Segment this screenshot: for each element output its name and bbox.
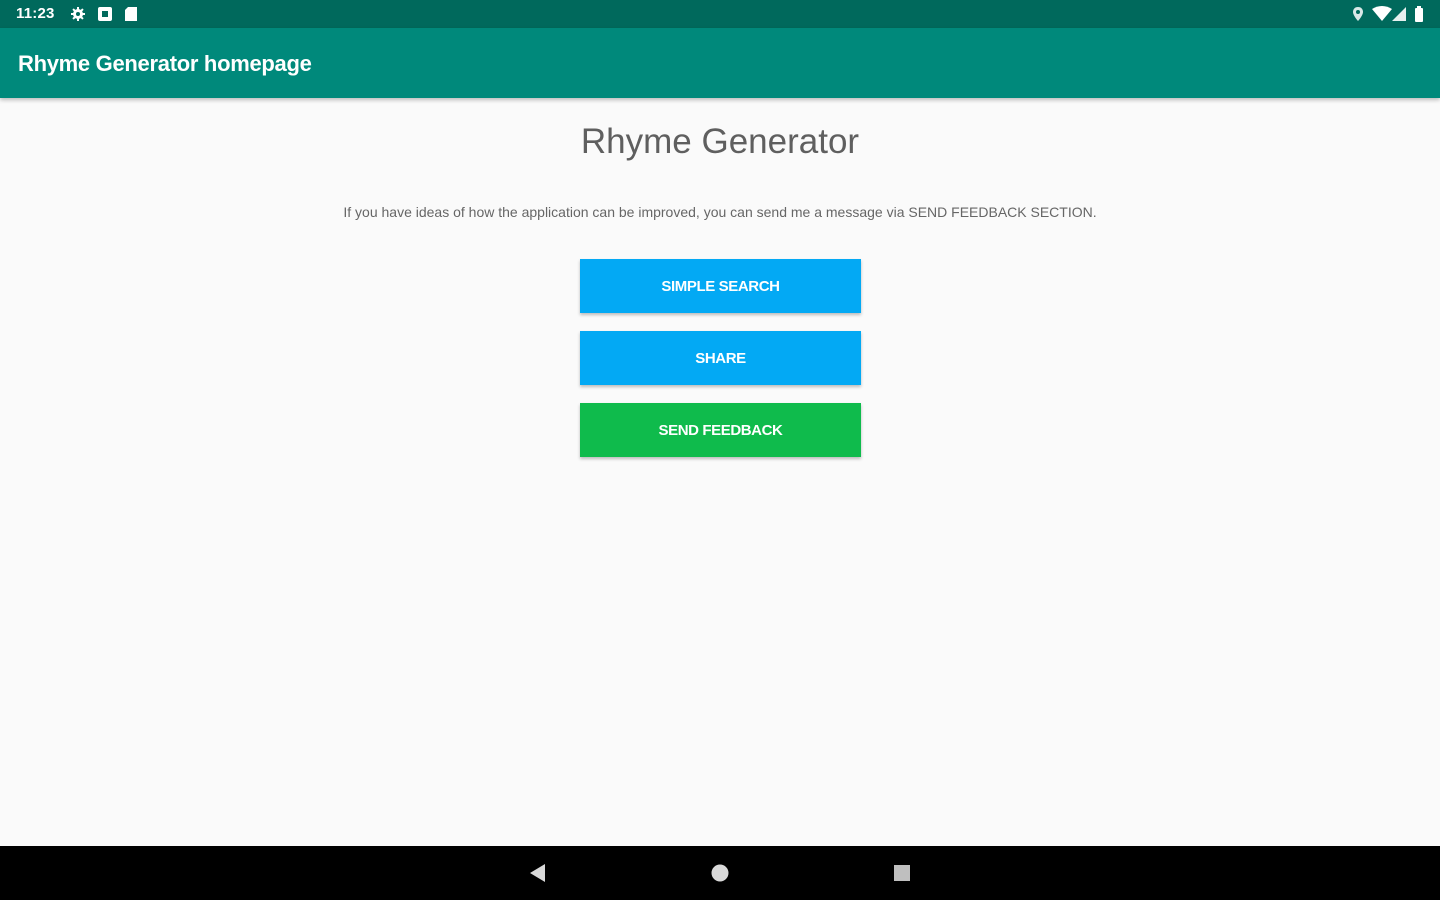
status-time: 11:23: [16, 5, 55, 22]
navigation-bar: [0, 846, 1440, 900]
location-icon: [1353, 7, 1363, 21]
back-icon[interactable]: [526, 861, 550, 885]
notification-icon: [98, 7, 112, 21]
send-feedback-button[interactable]: SEND FEEDBACK: [580, 403, 861, 457]
app-bar-title: Rhyme Generator homepage: [18, 51, 312, 76]
description-text: If you have ideas of how the application…: [343, 204, 1097, 220]
page-title: Rhyme Generator: [580, 122, 860, 161]
settings-icon: [71, 7, 85, 21]
signal-icon: [1392, 7, 1406, 21]
status-bar: 11:23: [0, 0, 1440, 28]
simple-search-button[interactable]: SIMPLE SEARCH: [580, 259, 861, 313]
recents-icon[interactable]: [890, 861, 914, 885]
main-content: Rhyme Generator If you have ideas of how…: [0, 98, 1440, 846]
home-icon[interactable]: [708, 861, 732, 885]
share-button[interactable]: SHARE: [580, 331, 861, 385]
wifi-icon: [1372, 6, 1392, 21]
sd-card-icon: [125, 7, 137, 21]
app-screen: 11:23 Rhyme Generator homepage Rhyme Gen…: [0, 0, 1440, 900]
battery-icon: [1415, 6, 1423, 22]
app-bar: Rhyme Generator homepage: [0, 28, 1440, 98]
